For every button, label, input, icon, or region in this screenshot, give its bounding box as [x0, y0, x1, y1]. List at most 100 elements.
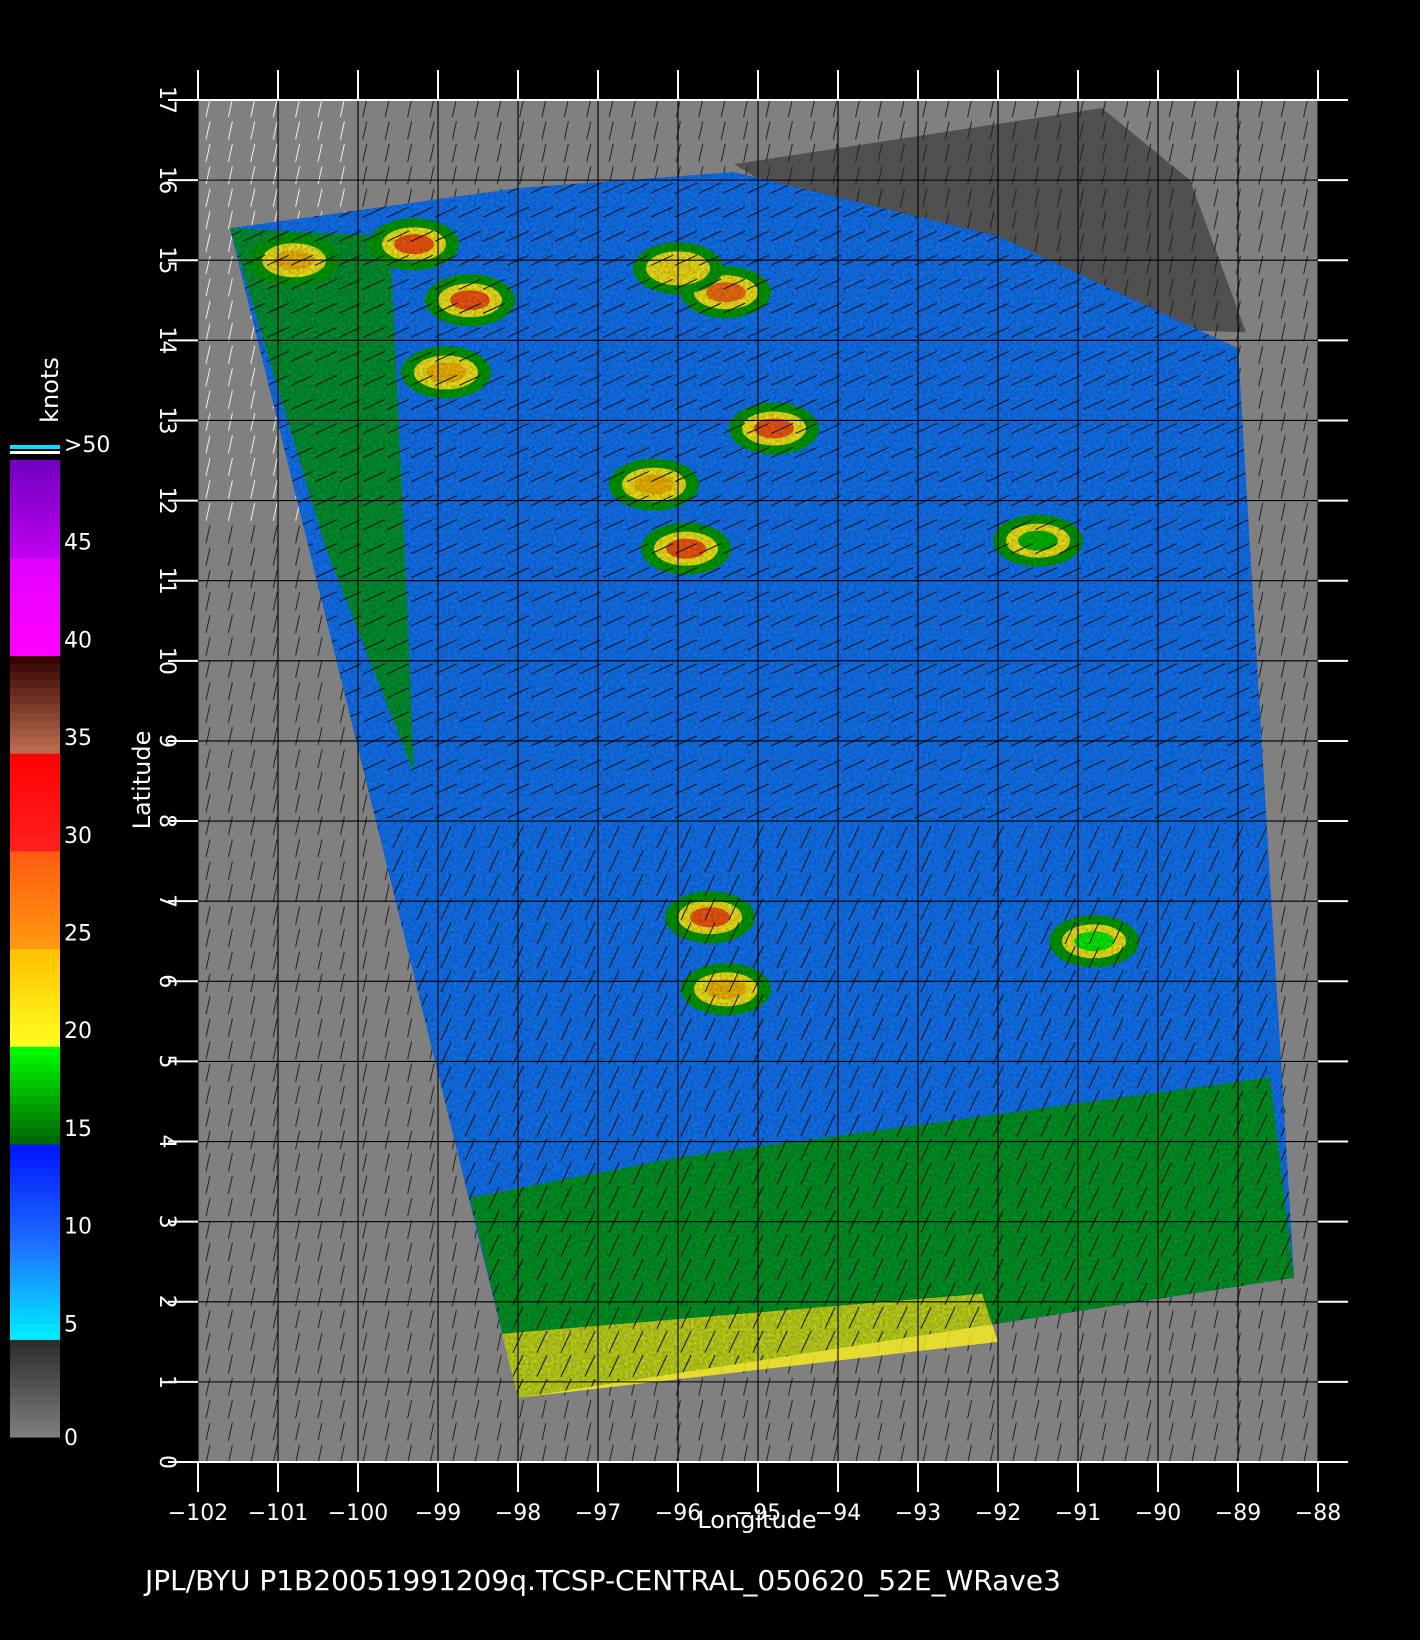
colorbar-swatch — [10, 1200, 60, 1210]
colorbar-swatch — [10, 557, 60, 567]
colorbar-swatch — [10, 1046, 60, 1055]
colorbar-swatch — [10, 1388, 60, 1397]
colorbar-swatch — [10, 972, 60, 982]
colorbar-tick-label: 45 — [64, 531, 92, 556]
colorbar-swatch — [10, 500, 60, 510]
colorbar-swatch — [10, 777, 60, 787]
colorbar-swatch — [10, 1021, 60, 1031]
colorbar-tick-label: 40 — [64, 628, 92, 653]
colorbar-swatch — [10, 981, 60, 990]
colorbar-swatch — [10, 875, 60, 884]
colorbar-swatch — [10, 1290, 60, 1300]
y-tick-label: 10 — [154, 647, 179, 675]
colorbar-swatch — [10, 940, 60, 950]
colorbar-tick-label: 0 — [64, 1426, 78, 1451]
colorbar-swatch — [10, 492, 60, 502]
colorbar-swatch — [10, 924, 60, 933]
colorbar-tick-label: 15 — [64, 1117, 92, 1142]
colorbar-swatch — [10, 1143, 60, 1153]
colorbar-swatch — [10, 1184, 60, 1194]
colorbar-swatch — [10, 932, 60, 941]
colorbar-swatch — [10, 1428, 60, 1438]
y-tick-label: 17 — [154, 86, 179, 114]
colorbar-swatch — [10, 989, 60, 998]
x-tick-label: −91 — [1055, 1501, 1101, 1526]
colorbar-swatch — [10, 1209, 60, 1218]
y-tick-label: 3 — [154, 1215, 179, 1229]
plot-area — [198, 100, 1318, 1462]
colorbar-swatch — [10, 1363, 60, 1373]
colorbar-swatch — [10, 468, 60, 477]
colorbar-swatch — [10, 720, 60, 730]
colorbar-swatch — [10, 1266, 60, 1275]
colorbar-swatch — [10, 508, 60, 518]
y-tick-label: 13 — [154, 406, 179, 434]
colorbar-tick-label: 10 — [64, 1215, 92, 1240]
x-axis-title: Longitude — [697, 1506, 816, 1534]
colorbar-swatch — [10, 1062, 60, 1072]
colorbar-swatch — [10, 1176, 60, 1186]
colorbar-cap — [10, 445, 60, 449]
colorbar-swatch — [10, 915, 60, 925]
colorbar-swatch — [10, 598, 60, 608]
colorbar-swatch — [10, 997, 60, 1007]
colorbar-swatch — [10, 1355, 60, 1365]
x-tick-label: −98 — [495, 1501, 541, 1526]
colorbar-swatch — [10, 769, 60, 779]
colorbar-swatch — [10, 1029, 60, 1039]
colorbar-swatch — [10, 850, 60, 860]
colorbar-swatch — [10, 736, 60, 746]
y-axis-title: Latitude — [128, 731, 156, 830]
y-tick-label: 12 — [154, 487, 179, 515]
colorbar-swatch — [10, 1078, 60, 1088]
colorbar-swatch — [10, 801, 60, 811]
colorbar-swatch — [10, 639, 60, 648]
y-tick-label: 14 — [154, 326, 179, 354]
y-tick-label: 6 — [154, 974, 179, 988]
colorbar-swatch — [10, 663, 60, 673]
colorbar-swatch — [10, 1306, 60, 1316]
colorbar-swatch — [10, 842, 60, 852]
y-tick-label: 2 — [154, 1295, 179, 1309]
x-tick-label: −89 — [1215, 1501, 1261, 1526]
colorbar-swatch — [10, 696, 60, 705]
x-tick-label: −100 — [328, 1501, 388, 1526]
colorbar-swatch — [10, 476, 60, 486]
colorbar-swatch — [10, 1323, 60, 1332]
colorbar-swatch — [10, 704, 60, 713]
colorbar-tick-label: 35 — [64, 726, 92, 751]
colorbar-swatch — [10, 1339, 60, 1349]
x-tick-label: −92 — [975, 1501, 1021, 1526]
colorbar-swatch — [10, 1380, 60, 1389]
colorbar-swatch — [10, 1038, 60, 1047]
colorbar-swatch — [10, 793, 60, 803]
colorbar-swatch — [10, 606, 60, 616]
colorbar-swatch — [10, 655, 60, 665]
colorbar-swatch — [10, 1160, 60, 1169]
colorbar-swatch — [10, 1298, 60, 1308]
footer-caption: JPL/BYU P1B20051991209q.TCSP-CENTRAL_050… — [143, 1564, 1061, 1597]
y-tick-label: 1 — [154, 1375, 179, 1389]
colorbar-swatch — [10, 712, 60, 722]
colorbar-swatch — [10, 1274, 60, 1283]
y-tick-label: 15 — [154, 246, 179, 274]
colorbar-swatch — [10, 516, 60, 526]
colorbar-swatch — [10, 460, 60, 469]
colorbar-swatch — [10, 525, 60, 534]
y-tick-label: 4 — [154, 1135, 179, 1149]
colorbar-swatch — [10, 590, 60, 600]
colorbar-swatch — [10, 883, 60, 893]
colorbar-swatch — [10, 1054, 60, 1064]
colorbar-swatch — [10, 1257, 60, 1267]
colorbar-swatch — [10, 1095, 60, 1104]
colorbar-swatch — [10, 1103, 60, 1112]
y-tick-label: 16 — [154, 166, 179, 194]
colorbar-tick-label: 25 — [64, 922, 92, 947]
y-tick-label: 8 — [154, 814, 179, 828]
colorbar-tick-label: >50 — [64, 433, 110, 458]
x-tick-label: −90 — [1135, 1501, 1181, 1526]
colorbar-swatch — [10, 687, 60, 697]
colorbar-swatch — [10, 858, 60, 868]
colorbar-tick-label: 30 — [64, 824, 92, 849]
colorbar-swatch — [10, 573, 60, 583]
